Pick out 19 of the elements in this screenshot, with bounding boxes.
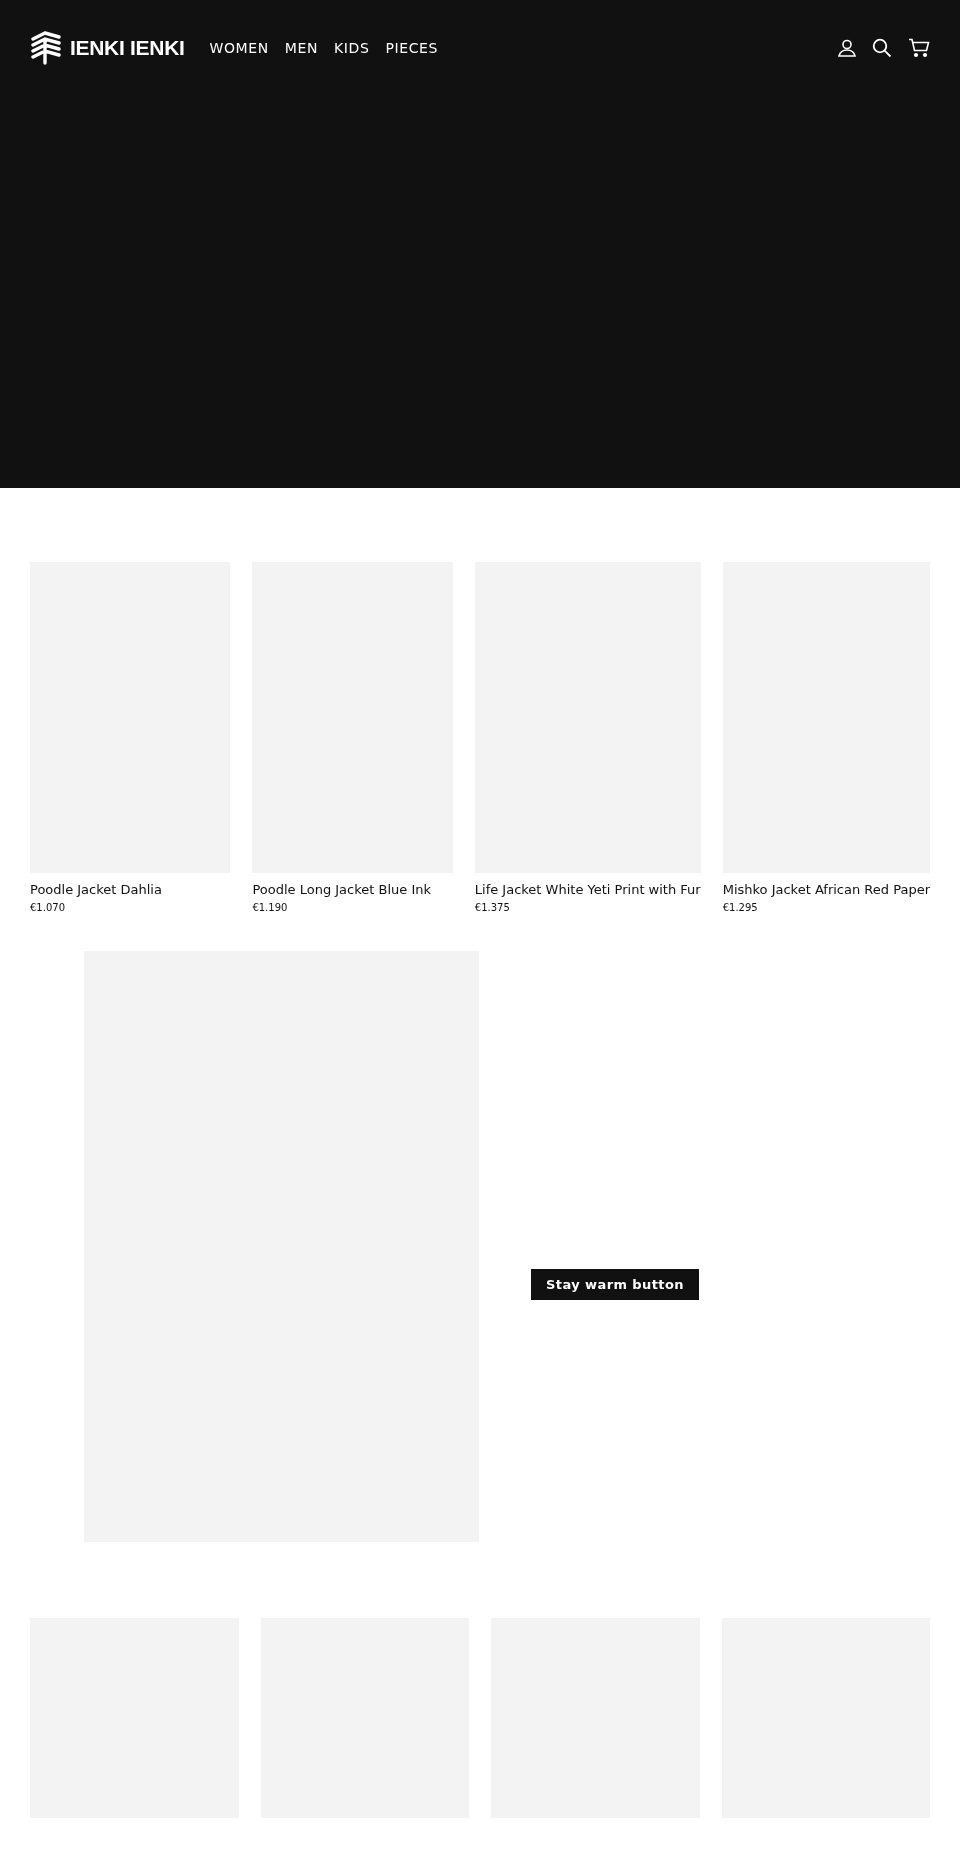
nav-link[interactable]: WOMEN [209, 40, 269, 56]
logo-text: IENKI IENKI [70, 36, 185, 60]
logo[interactable]: IENKI IENKI [30, 31, 185, 65]
nav-link[interactable]: PIECES [385, 40, 438, 56]
stay-warm-button[interactable]: Stay warm button [531, 1269, 699, 1300]
account-icon[interactable] [838, 39, 856, 57]
product-price: €1.295 [722, 902, 759, 913]
product-title[interactable]: Mishko Jacket African Red Paper [722, 882, 930, 897]
product-price: €1.070 [30, 902, 66, 913]
product-title[interactable]: Poodle Long Jacket Blue Ink [252, 882, 453, 897]
tree-icon [30, 31, 62, 65]
product-title[interactable]: Poodle Jacket Dahlia [30, 882, 231, 897]
cart-icon[interactable] [908, 38, 930, 58]
search-icon[interactable] [872, 38, 892, 58]
nav-link[interactable]: MEN [284, 40, 319, 56]
nav-link[interactable]: KIDS [334, 40, 370, 56]
product-title[interactable]: Life Jacket White Yeti Print with Fur [474, 882, 701, 897]
product-price: €1.375 [474, 902, 511, 913]
product-price: €1.190 [252, 902, 289, 913]
